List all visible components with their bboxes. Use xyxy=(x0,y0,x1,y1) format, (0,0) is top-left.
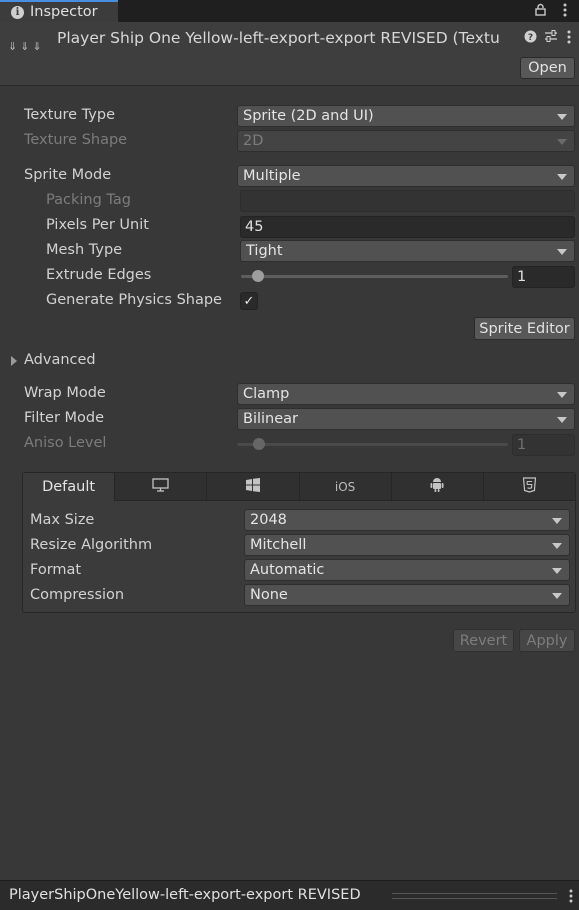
chevron-down-icon xyxy=(552,543,562,549)
tab-label: Inspector xyxy=(30,4,98,20)
inspector-header: ⇓ ⇓ ⇓ Player Ship One Yellow-left-export-e… xyxy=(0,22,579,86)
open-button[interactable]: Open xyxy=(520,57,575,79)
filter-mode-value: Bilinear xyxy=(243,411,298,427)
lock-icon[interactable] xyxy=(535,3,546,20)
max-size-dropdown[interactable]: 2048 xyxy=(244,509,570,531)
chevron-down-icon xyxy=(557,174,567,180)
info-icon: i xyxy=(11,5,24,19)
platform-settings-panel: Default iOS Max Size 2048 Resize Algorit… xyxy=(22,472,576,613)
max-size-value: 2048 xyxy=(250,512,287,528)
svg-text:?: ? xyxy=(528,33,533,43)
aniso-level-label: Aniso Level xyxy=(24,435,107,451)
extrude-edges-label: Extrude Edges xyxy=(46,267,152,283)
generate-physics-shape-label: Generate Physics Shape xyxy=(46,292,222,308)
tab-inspector[interactable]: i Inspector xyxy=(0,0,118,22)
status-kebab-menu-icon[interactable] xyxy=(569,889,573,907)
html5-icon xyxy=(522,477,537,496)
tab-bar: i Inspector xyxy=(0,0,579,22)
resize-algorithm-dropdown[interactable]: Mitchell xyxy=(244,534,570,556)
tab-ios[interactable]: iOS xyxy=(299,473,392,501)
platform-tabs: Default iOS xyxy=(23,473,576,501)
wrap-mode-label: Wrap Mode xyxy=(24,385,106,401)
filter-mode-label: Filter Mode xyxy=(24,410,105,426)
foldout-arrow-icon[interactable] xyxy=(11,356,17,366)
generate-physics-shape-checkbox[interactable]: ✓ xyxy=(240,292,258,310)
tab-standalone[interactable] xyxy=(115,473,208,501)
resize-algorithm-value: Mitchell xyxy=(250,537,307,553)
windows-icon xyxy=(245,478,260,495)
mesh-type-label: Mesh Type xyxy=(46,242,123,258)
mesh-type-dropdown[interactable]: Tight xyxy=(240,240,575,262)
chevron-down-icon xyxy=(557,139,567,145)
compression-value: None xyxy=(250,587,288,603)
packing-tag-field xyxy=(240,190,575,212)
aniso-level-slider-thumb xyxy=(253,438,266,450)
chevron-down-icon xyxy=(557,114,567,120)
chevron-down-icon xyxy=(557,392,567,398)
kebab-menu-icon[interactable] xyxy=(563,3,567,21)
tab-android[interactable] xyxy=(391,473,484,501)
filter-mode-dropdown[interactable]: Bilinear xyxy=(237,408,575,430)
format-dropdown[interactable]: Automatic xyxy=(244,559,570,581)
asset-preview-icon: ⇓ ⇓ ⇓ xyxy=(8,40,42,53)
apply-button[interactable]: Apply xyxy=(519,629,575,652)
texture-shape-value: 2D xyxy=(243,133,264,149)
compression-label: Compression xyxy=(30,587,125,603)
help-icon[interactable]: ? xyxy=(524,30,537,47)
tab-default-label: Default xyxy=(42,479,96,495)
texture-shape-dropdown: 2D xyxy=(237,130,575,152)
presets-icon[interactable] xyxy=(544,30,558,47)
android-icon xyxy=(430,477,444,496)
sprite-mode-label: Sprite Mode xyxy=(24,167,112,183)
header-kebab-menu-icon[interactable] xyxy=(567,30,571,48)
aniso-level-slider-track xyxy=(237,443,508,446)
asset-name-status: PlayerShipOneYellow-left-export-export R… xyxy=(9,887,361,903)
max-size-label: Max Size xyxy=(30,512,95,528)
advanced-foldout[interactable]: Advanced xyxy=(24,352,96,368)
texture-type-dropdown[interactable]: Sprite (2D and UI) xyxy=(237,105,575,127)
tab-default[interactable]: Default xyxy=(23,473,116,501)
packing-tag-label: Packing Tag xyxy=(46,192,131,208)
texture-type-value: Sprite (2D and UI) xyxy=(243,108,374,124)
aniso-level-field: 1 xyxy=(512,434,575,456)
preview-status-bar: PlayerShipOneYellow-left-export-export R… xyxy=(0,880,579,910)
chevron-down-icon xyxy=(557,249,567,255)
chevron-down-icon xyxy=(557,417,567,423)
format-label: Format xyxy=(30,562,82,578)
texture-shape-label: Texture Shape xyxy=(24,132,128,148)
extrude-edges-field[interactable]: 1 xyxy=(512,266,575,288)
extrude-edges-slider-thumb[interactable] xyxy=(251,270,264,282)
monitor-icon xyxy=(152,478,169,495)
pixels-per-unit-label: Pixels Per Unit xyxy=(46,217,149,233)
compression-dropdown[interactable]: None xyxy=(244,584,570,606)
chevron-down-icon xyxy=(552,568,562,574)
resize-algorithm-label: Resize Algorithm xyxy=(30,537,153,553)
wrap-mode-dropdown[interactable]: Clamp xyxy=(237,383,575,405)
chevron-down-icon xyxy=(552,593,562,599)
extrude-edges-slider-track[interactable] xyxy=(241,275,508,278)
texture-type-label: Texture Type xyxy=(24,107,115,123)
sprite-mode-value: Multiple xyxy=(243,168,301,184)
sprite-mode-dropdown[interactable]: Multiple xyxy=(237,165,575,187)
chevron-down-icon xyxy=(552,518,562,524)
sprite-editor-button[interactable]: Sprite Editor xyxy=(474,317,575,340)
revert-button[interactable]: Revert xyxy=(453,629,514,652)
asset-title: Player Ship One Yellow-left-export-expor… xyxy=(57,29,500,47)
resize-grip[interactable] xyxy=(392,893,557,899)
checkmark-icon: ✓ xyxy=(243,293,255,309)
tab-webgl[interactable] xyxy=(483,473,576,501)
pixels-per-unit-field[interactable]: 45 xyxy=(240,216,575,238)
tab-ios-label: iOS xyxy=(334,479,356,494)
mesh-type-value: Tight xyxy=(246,243,283,259)
tab-windows[interactable] xyxy=(207,473,300,501)
format-value: Automatic xyxy=(250,562,325,578)
wrap-mode-value: Clamp xyxy=(243,386,290,402)
